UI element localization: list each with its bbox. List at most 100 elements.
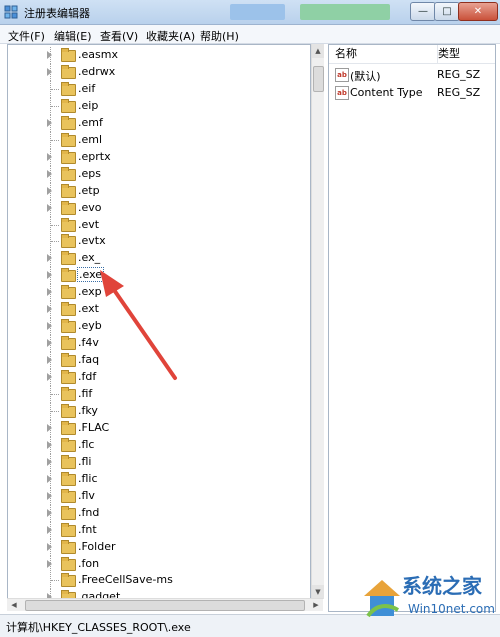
watermark-logo: 系统之家 Win10net.com: [362, 568, 498, 634]
tree-item-label: .edrwx: [78, 64, 116, 78]
tree-item[interactable]: .f4v: [8, 335, 308, 353]
tree-item[interactable]: .evtx: [8, 233, 308, 251]
tree-item[interactable]: .easmx: [8, 47, 308, 64]
scrollbar-thumb[interactable]: [25, 600, 305, 611]
folder-icon: [61, 234, 76, 249]
expand-arrow-icon[interactable]: [47, 474, 52, 483]
expand-arrow-icon[interactable]: [47, 67, 52, 76]
tree-item[interactable]: .eml: [8, 131, 308, 149]
menu-file[interactable]: 文件(F): [8, 28, 45, 44]
value-row[interactable]: ab Content Type REG_SZ: [329, 84, 495, 102]
tree-item[interactable]: .FLAC: [8, 419, 308, 437]
menu-help[interactable]: 帮助(H): [200, 28, 239, 44]
expand-arrow-icon[interactable]: [47, 271, 52, 280]
expand-arrow-icon[interactable]: [47, 356, 52, 365]
expand-arrow-icon[interactable]: [47, 186, 52, 195]
scroll-down-arrow-icon[interactable]: ▼: [312, 585, 324, 599]
menu-favorites[interactable]: 收藏夹(A): [146, 28, 195, 44]
expand-arrow-icon[interactable]: [47, 152, 52, 161]
tree-item[interactable]: .eyb: [8, 318, 308, 336]
column-header-name[interactable]: 名称: [329, 45, 438, 64]
expand-arrow-icon[interactable]: [47, 525, 52, 534]
tree-item-label: .fif: [78, 387, 93, 400]
tree-item-label: .eif: [78, 81, 96, 95]
expand-arrow-icon[interactable]: [47, 51, 52, 59]
tree-item[interactable]: .ex_: [8, 250, 308, 268]
column-header-type[interactable]: 类型: [438, 45, 495, 64]
tree-item[interactable]: .etp: [8, 182, 308, 200]
tree-item-label: .ext: [78, 302, 99, 316]
tree-item-label: .eip: [78, 98, 99, 112]
folder-icon: [61, 183, 76, 198]
tree-item[interactable]: .flc: [8, 436, 308, 454]
tree-item-label: .fon: [78, 556, 100, 570]
tree-item[interactable]: .ext: [8, 301, 308, 319]
expand-arrow-icon[interactable]: [47, 491, 52, 500]
tree-item[interactable]: .flv: [8, 487, 308, 505]
tree-vertical-scrollbar[interactable]: ▲ ▼: [311, 44, 324, 599]
maximize-button[interactable]: □: [434, 2, 460, 21]
tree-connector-line: [51, 394, 59, 395]
tree-item[interactable]: .exp: [8, 284, 308, 302]
menu-edit[interactable]: 编辑(E): [54, 28, 92, 44]
tree-item[interactable]: .fli: [8, 453, 308, 471]
scroll-left-arrow-icon[interactable]: ◀: [7, 599, 21, 611]
tree-item-label-selected: .exe: [77, 267, 105, 283]
tree-item[interactable]: .eps: [8, 165, 308, 183]
folder-icon: [61, 302, 76, 317]
scroll-right-arrow-icon[interactable]: ▶: [309, 599, 323, 611]
tree-item[interactable]: .evt: [8, 216, 308, 234]
folder-icon: [61, 387, 76, 401]
close-button[interactable]: ✕: [458, 2, 498, 21]
folder-icon: [61, 268, 76, 283]
tree-horizontal-scrollbar[interactable]: ◀ ▶: [7, 598, 323, 611]
expand-arrow-icon[interactable]: [47, 542, 52, 551]
tree-item[interactable]: .fif: [8, 386, 308, 403]
tree-item[interactable]: .edrwx: [8, 63, 308, 81]
scrollbar-thumb[interactable]: [313, 66, 324, 92]
tree-item[interactable]: .eif: [8, 80, 308, 98]
tree-item[interactable]: .exe: [8, 267, 308, 285]
folder-icon: [61, 336, 76, 351]
expand-arrow-icon[interactable]: [47, 440, 52, 449]
tree-item[interactable]: .FreeCellSave-ms: [8, 572, 308, 590]
tree-item[interactable]: .eprtx: [8, 148, 308, 166]
tree-item-label: .eyb: [78, 319, 102, 333]
expand-arrow-icon[interactable]: [47, 508, 52, 517]
tree-item[interactable]: .faq: [8, 352, 308, 370]
expand-arrow-icon[interactable]: [47, 457, 52, 466]
expand-arrow-icon[interactable]: [47, 373, 52, 382]
expand-arrow-icon[interactable]: [47, 118, 52, 127]
folder-icon: [61, 81, 76, 96]
tree-item-label: .evt: [78, 217, 100, 231]
tree-item[interactable]: .Folder: [8, 538, 308, 556]
tree-item[interactable]: .eip: [8, 97, 308, 115]
folder-icon: [61, 285, 76, 300]
tree-item[interactable]: .fky: [8, 402, 308, 420]
expand-arrow-icon[interactable]: [47, 288, 52, 297]
value-row[interactable]: ab (默认) REG_SZ: [329, 66, 495, 84]
tree-item[interactable]: .emf: [8, 114, 308, 132]
tree-item[interactable]: .fon: [8, 555, 308, 573]
expand-arrow-icon[interactable]: [47, 203, 52, 212]
folder-icon: [61, 522, 76, 537]
expand-arrow-icon[interactable]: [47, 169, 52, 178]
value-type: REG_SZ: [437, 86, 481, 99]
tree-item[interactable]: .fdf: [8, 369, 308, 387]
minimize-button[interactable]: —: [410, 2, 436, 21]
menu-view[interactable]: 查看(V): [100, 28, 138, 44]
expand-arrow-icon[interactable]: [47, 423, 52, 432]
expand-arrow-icon[interactable]: [47, 339, 52, 348]
tree-item-label: .Folder: [78, 539, 116, 553]
expand-arrow-icon[interactable]: [47, 559, 52, 568]
expand-arrow-icon[interactable]: [47, 254, 52, 263]
scroll-up-arrow-icon[interactable]: ▲: [312, 44, 324, 58]
tree-item[interactable]: .evo: [8, 199, 308, 217]
registry-values-list[interactable]: 名称 类型 ab (默认) REG_SZ ab Content Type REG…: [328, 44, 496, 612]
tree-item[interactable]: .fnd: [8, 504, 308, 522]
expand-arrow-icon[interactable]: [47, 305, 52, 314]
tree-item[interactable]: .fnt: [8, 521, 308, 539]
registry-key-tree[interactable]: .easmx .edrwx .eif .eip .emf .eml .eprtx .eps .e…: [7, 44, 311, 601]
tree-item[interactable]: .flic: [8, 470, 308, 488]
expand-arrow-icon[interactable]: [47, 322, 52, 331]
